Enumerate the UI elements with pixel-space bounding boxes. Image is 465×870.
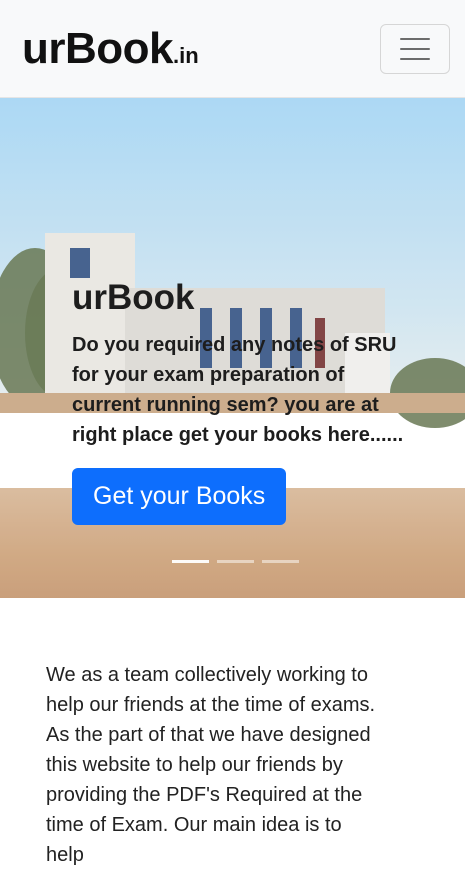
brand-logo[interactable]: urBook.in <box>22 23 199 73</box>
carousel-text: Do you required any notes of SRU for you… <box>72 334 404 446</box>
about-section: We as a team collectively working to hel… <box>0 598 465 870</box>
hamburger-icon <box>400 37 430 40</box>
get-books-button[interactable]: Get your Books <box>72 468 287 525</box>
hamburger-icon-line <box>400 47 430 50</box>
navbar: urBook.in <box>0 0 465 98</box>
hero-carousel: ‹ › urBook Do you required any notes of … <box>0 98 465 598</box>
chevron-left-icon[interactable]: ‹ <box>22 434 35 474</box>
carousel-indicator-1[interactable] <box>172 560 209 563</box>
hamburger-icon-line <box>400 57 430 60</box>
carousel-title: urBook <box>72 278 195 317</box>
carousel-indicators <box>172 560 299 563</box>
menu-toggle-button[interactable] <box>380 23 450 74</box>
brand-domain: .in <box>173 42 199 68</box>
carousel-indicator-3[interactable] <box>262 560 299 563</box>
carousel-indicator-2[interactable] <box>217 560 254 563</box>
chevron-right-icon[interactable]: › <box>432 434 445 474</box>
carousel-caption: urBook Do you required any notes of SRU … <box>72 278 412 525</box>
about-text: We as a team collectively working to hel… <box>46 664 376 866</box>
brand-name: urBook <box>22 23 174 73</box>
